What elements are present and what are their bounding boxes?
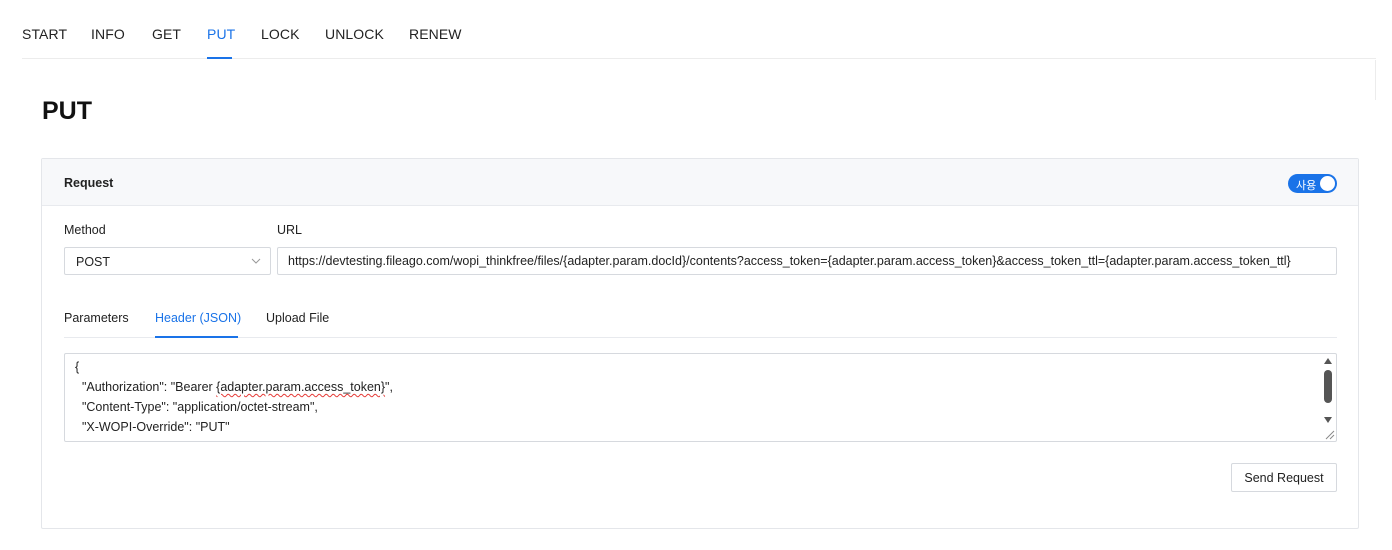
scroll-up-arrow-icon[interactable] xyxy=(1324,358,1332,364)
method-select[interactable]: POST xyxy=(64,247,271,275)
scroll-down-arrow-icon[interactable] xyxy=(1324,417,1332,423)
json-line: "Authorization": "Bearer {adapter.param.… xyxy=(75,380,393,394)
json-line: { xyxy=(75,360,80,374)
resize-grip-icon[interactable] xyxy=(1322,428,1335,440)
url-label: URL xyxy=(277,223,303,237)
method-select-value: POST xyxy=(76,255,111,269)
request-card-title: Request xyxy=(64,176,114,190)
json-line: "Content-Type": "application/octet-strea… xyxy=(75,400,318,414)
subtab-parameters[interactable]: Parameters xyxy=(64,311,129,325)
active-subtab-indicator xyxy=(155,336,238,338)
enable-toggle[interactable]: 사용 xyxy=(1288,174,1337,193)
json-line: "X-WOPI-Override": "PUT" xyxy=(75,420,230,434)
send-request-button[interactable]: Send Request xyxy=(1231,463,1337,492)
json-text: ", xyxy=(385,380,393,394)
tab-start[interactable]: START xyxy=(22,26,67,42)
toggle-knob xyxy=(1320,176,1335,191)
tab-unlock[interactable]: UNLOCK xyxy=(325,26,384,42)
tab-info[interactable]: INFO xyxy=(91,26,125,42)
tab-renew[interactable]: RENEW xyxy=(409,26,462,42)
top-tab-bar: START INFO GET PUT LOCK UNLOCK RENEW xyxy=(22,0,1376,59)
json-text: "Authorization": "Bearer xyxy=(75,380,217,394)
spellcheck-token: {adapter.param.access_token} xyxy=(216,380,386,394)
chevron-down-icon xyxy=(251,258,261,264)
tab-get[interactable]: GET xyxy=(152,26,181,42)
request-card: Request 사용 Method URL POST Parameters He… xyxy=(41,158,1359,529)
subtab-upload-file[interactable]: Upload File xyxy=(266,311,329,325)
url-input[interactable] xyxy=(277,247,1337,275)
subtab-header-json[interactable]: Header (JSON) xyxy=(155,311,241,325)
scroll-thumb[interactable] xyxy=(1324,370,1332,403)
request-card-header: Request 사용 xyxy=(42,159,1358,206)
header-json-editor[interactable]: { "Authorization": "Bearer {adapter.para… xyxy=(64,353,1337,442)
page-title: PUT xyxy=(42,97,92,125)
request-subtab-bar: Parameters Header (JSON) Upload File xyxy=(64,302,1337,338)
active-tab-indicator xyxy=(207,57,232,59)
method-label: Method xyxy=(64,223,106,237)
enable-toggle-label: 사용 xyxy=(1296,179,1317,192)
tab-lock[interactable]: LOCK xyxy=(261,26,300,42)
page-edge-divider xyxy=(1375,60,1376,100)
tab-put[interactable]: PUT xyxy=(207,26,235,42)
